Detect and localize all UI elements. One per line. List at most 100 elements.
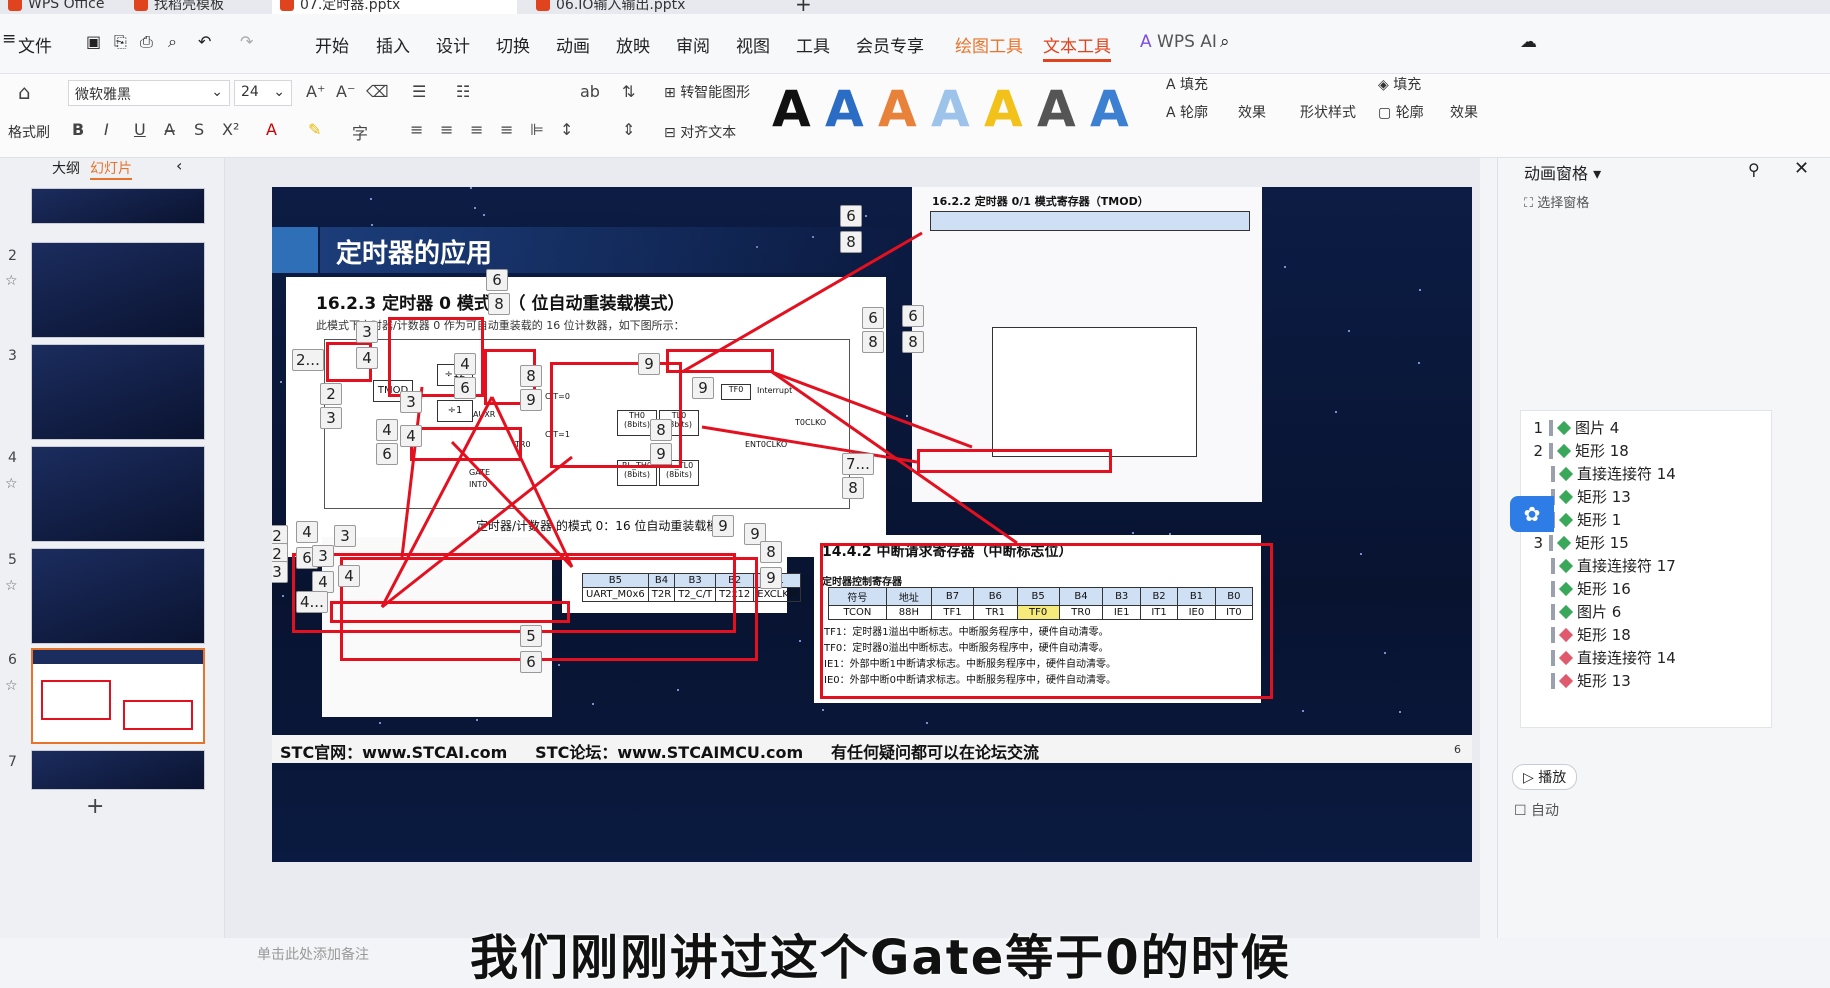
animation-item[interactable]: 1 图片 4 xyxy=(1529,417,1619,438)
text-style-preset[interactable]: A xyxy=(984,80,1023,138)
clear-format-icon[interactable]: ⌫ xyxy=(366,82,389,101)
text-direction-icon[interactable]: ab xyxy=(580,82,600,101)
sort-icon[interactable]: ⇅ xyxy=(622,82,635,101)
font-name-select[interactable]: 微软雅黑 ⌄ xyxy=(68,80,230,106)
slide-thumb-5[interactable] xyxy=(31,548,205,644)
shape-outline-button[interactable]: ▢ 轮廓 xyxy=(1378,102,1424,122)
animation-item[interactable]: 3 矩形 15 xyxy=(1529,532,1628,553)
animation-star-icon: ☆ xyxy=(5,476,18,492)
animation-pane-title[interactable]: 动画窗格 ▾ xyxy=(1524,160,1601,184)
slide-thumb-6-selected[interactable] xyxy=(31,648,205,744)
animation-item[interactable]: 直接连接符 17 xyxy=(1551,555,1676,576)
animation-item[interactable]: 矩形 16 xyxy=(1551,578,1631,599)
save-icon[interactable]: ▣ xyxy=(86,32,101,51)
animation-item[interactable]: 矩形 13 xyxy=(1551,670,1631,691)
align-text-button[interactable]: ⊟ 对齐文本 xyxy=(664,122,736,142)
preview-icon[interactable]: ⌕ xyxy=(168,32,177,52)
export-icon[interactable]: ⎘ xyxy=(114,32,127,52)
bullet-list-icon[interactable]: ☰ xyxy=(412,82,426,101)
tab-io-pptx[interactable]: 06.IO输入输出.pptx xyxy=(536,0,685,14)
slide-thumb-4[interactable] xyxy=(31,446,205,542)
justify-icon[interactable]: ≡ xyxy=(500,120,513,139)
search-icon[interactable]: ⌕ xyxy=(1220,32,1230,52)
print-icon[interactable]: ⎙ xyxy=(140,32,153,52)
add-slide-icon[interactable]: + xyxy=(86,794,104,819)
line-spacing-icon[interactable]: ↕ xyxy=(560,120,573,139)
animation-item[interactable]: 图片 6 xyxy=(1551,601,1621,622)
animation-item[interactable]: 直接连接符 14 xyxy=(1551,647,1676,668)
animation-item[interactable]: 直接连接符 14 xyxy=(1551,463,1676,484)
menu-transition[interactable]: 切换 xyxy=(496,32,530,57)
auto-preview-checkbox[interactable]: ☐ 自动 xyxy=(1514,800,1559,820)
redo-icon[interactable]: ↷ xyxy=(240,32,253,51)
cloud-icon[interactable]: ☁ xyxy=(1520,32,1537,52)
text-style-preset[interactable]: A xyxy=(1090,80,1129,138)
animation-item[interactable]: 矩形 18 xyxy=(1551,624,1631,645)
shadow-icon[interactable]: S xyxy=(194,120,204,139)
animation-item-label: 直接连接符 14 xyxy=(1577,465,1676,483)
font-grow-icon[interactable]: A⁺ xyxy=(306,82,325,101)
menu-design[interactable]: 设计 xyxy=(436,32,470,57)
bold-icon[interactable]: B xyxy=(72,120,84,139)
text-style-preset[interactable]: A xyxy=(772,80,811,138)
underline-icon[interactable]: U xyxy=(134,120,146,139)
menu-file[interactable]: 文件 xyxy=(18,32,52,57)
align-right-icon[interactable]: ≡ xyxy=(470,120,483,139)
char-spacing-icon[interactable]: 字 xyxy=(352,120,368,144)
slide-thumb-3[interactable] xyxy=(31,344,205,440)
collapse-panel-icon[interactable]: ‹ xyxy=(176,156,182,175)
menu-animation[interactable]: 动画 xyxy=(556,32,590,57)
menu-start[interactable]: 开始 xyxy=(315,32,349,57)
font-shrink-icon[interactable]: A⁻ xyxy=(336,82,355,101)
para-spacing-icon[interactable]: ⇕ xyxy=(622,120,635,139)
slide-thumb-2[interactable] xyxy=(31,242,205,338)
text-outline-button[interactable]: A 轮廓 xyxy=(1166,102,1208,122)
number-list-icon[interactable]: ☷ xyxy=(456,82,470,101)
text-effect-button[interactable]: 效果 xyxy=(1238,102,1266,122)
tab-wps-office[interactable]: WPS Office xyxy=(8,0,105,14)
strikethrough-icon[interactable]: A̶ xyxy=(164,120,175,139)
text-style-preset[interactable]: A xyxy=(825,80,864,138)
close-icon[interactable]: ✕ xyxy=(1794,158,1809,179)
notes-placeholder[interactable]: 单击此处添加备注 xyxy=(257,944,369,964)
menu-slideshow[interactable]: 放映 xyxy=(616,32,650,57)
highlight-icon[interactable]: ✎ xyxy=(308,120,321,139)
animation-item[interactable]: 2 矩形 18 xyxy=(1529,440,1628,461)
slide-thumb-7[interactable] xyxy=(31,750,205,790)
pin-icon[interactable]: ⚲ xyxy=(1748,160,1760,179)
smart-shape-button[interactable]: ⊞ 转智能图形 xyxy=(664,82,750,102)
shape-style-button[interactable]: 形状样式 xyxy=(1300,102,1356,122)
play-button[interactable]: ▷ 播放 xyxy=(1512,764,1578,790)
format-brush-label[interactable]: 格式刷 xyxy=(8,122,50,142)
slide-thumb-1[interactable] xyxy=(31,188,205,224)
text-style-preset[interactable]: A xyxy=(1037,80,1076,138)
align-center-icon[interactable]: ≡ xyxy=(440,120,453,139)
menu-review[interactable]: 审阅 xyxy=(676,32,710,57)
tab-outline[interactable]: 大纲 xyxy=(52,158,80,178)
superscript-icon[interactable]: X² xyxy=(222,120,239,139)
select-pane-button[interactable]: ⛶ 选择窗格 xyxy=(1524,192,1589,211)
text-style-preset[interactable]: A xyxy=(878,80,917,138)
format-brush-icon[interactable]: ⌂ xyxy=(18,80,31,104)
hamburger-icon[interactable]: ≡ xyxy=(2,29,16,49)
undo-icon[interactable]: ↶ xyxy=(198,32,211,51)
tab-template[interactable]: 找稻壳模板 xyxy=(134,0,224,14)
font-color-icon[interactable]: A xyxy=(266,120,277,139)
tab-label: 找稻壳模板 xyxy=(154,0,224,13)
slide-6[interactable]: 定时器的应用 16.2.3 定时器 0 模式 0（ 位自动重装载模式） 此模式下… xyxy=(272,187,1472,862)
distribute-icon[interactable]: ⊫ xyxy=(530,120,544,139)
animation-item[interactable]: 矩形 1 xyxy=(1551,509,1621,530)
menu-insert[interactable]: 插入 xyxy=(376,32,410,57)
font-size-select[interactable]: 24 ⌄ xyxy=(234,80,292,106)
tab-timer-pptx[interactable]: 07.定时器.pptx xyxy=(272,0,517,14)
menu-view[interactable]: 视图 xyxy=(736,32,770,57)
shape-fill-button[interactable]: ◈ 填充 xyxy=(1378,74,1421,94)
animation-item[interactable]: 矩形 13 xyxy=(1551,486,1631,507)
text-style-preset[interactable]: A xyxy=(931,80,970,138)
tab-slides[interactable]: 幻灯片 xyxy=(90,158,132,180)
text-fill-button[interactable]: A 填充 xyxy=(1166,74,1208,94)
italic-icon[interactable]: I xyxy=(104,120,109,139)
shape-effect-button[interactable]: 效果 xyxy=(1450,102,1478,122)
align-left-icon[interactable]: ≡ xyxy=(410,120,423,139)
floating-assistant-icon[interactable]: ✿ xyxy=(1510,496,1554,532)
